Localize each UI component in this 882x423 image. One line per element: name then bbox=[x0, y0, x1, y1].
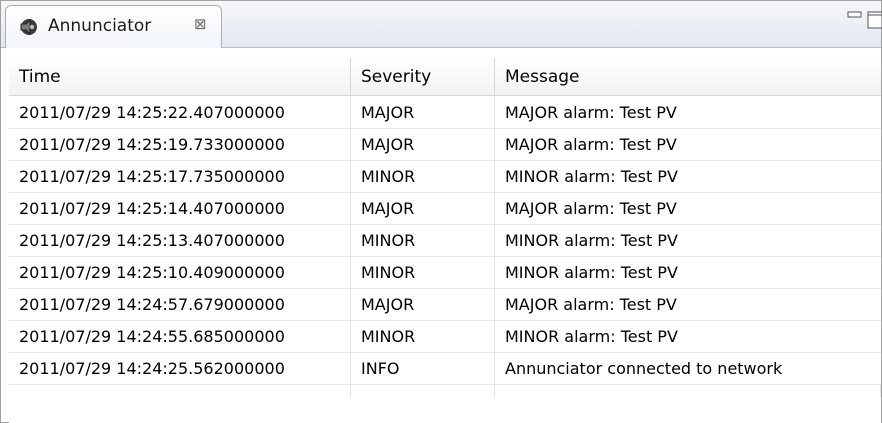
message-cell: MINOR alarm: Test PV bbox=[505, 231, 678, 250]
column-header-time[interactable]: Time bbox=[9, 58, 351, 96]
severity-cell: MAJOR bbox=[351, 129, 495, 161]
table-row[interactable]: 2011/07/29 14:24:57.679000000 MAJOR MAJO… bbox=[9, 289, 881, 321]
column-header-message[interactable]: Message bbox=[495, 58, 881, 96]
table-row[interactable]: 2011/07/29 14:24:25.562000000 INFO Annun… bbox=[9, 353, 881, 385]
severity-cell: MAJOR bbox=[351, 97, 495, 129]
annunciator-view: Annunciator ⊠ Time Severity Message 2011… bbox=[0, 0, 882, 423]
message-cell: MINOR alarm: Test PV bbox=[505, 263, 678, 282]
speaker-icon bbox=[20, 18, 37, 36]
time-cell: 2011/07/29 14:25:10.409000000 bbox=[9, 257, 351, 289]
tab-label: Annunciator bbox=[48, 16, 152, 36]
severity-cell: INFO bbox=[351, 353, 495, 385]
table-row[interactable]: 2011/07/29 14:25:10.409000000 MINOR MINO… bbox=[9, 257, 881, 289]
table-empty-row bbox=[9, 385, 881, 397]
message-cell: Annunciator connected to network bbox=[505, 359, 783, 378]
time-cell: 2011/07/29 14:25:14.407000000 bbox=[9, 193, 351, 225]
time-cell: 2011/07/29 14:24:25.562000000 bbox=[9, 353, 351, 385]
severity-cell: MAJOR bbox=[351, 289, 495, 321]
alarm-table: Time Severity Message 2011/07/29 14:25:2… bbox=[9, 51, 881, 423]
severity-cell: MAJOR bbox=[351, 193, 495, 225]
time-cell: 2011/07/29 14:24:55.685000000 bbox=[9, 321, 351, 353]
message-cell: MINOR alarm: Test PV bbox=[505, 167, 678, 186]
message-cell: MAJOR alarm: Test PV bbox=[505, 295, 677, 314]
severity-cell: MINOR bbox=[351, 225, 495, 257]
table-row[interactable]: 2011/07/29 14:25:13.407000000 MINOR MINO… bbox=[9, 225, 881, 257]
time-cell: 2011/07/29 14:25:17.735000000 bbox=[9, 161, 351, 193]
close-icon[interactable]: ⊠ bbox=[194, 15, 207, 33]
table-body: 2011/07/29 14:25:22.407000000 MAJOR MAJO… bbox=[9, 97, 881, 397]
table-header: Time Severity Message bbox=[9, 58, 881, 96]
empty-cell bbox=[351, 385, 495, 397]
column-header-severity[interactable]: Severity bbox=[351, 58, 495, 96]
table-row[interactable]: 2011/07/29 14:25:14.407000000 MAJOR MAJO… bbox=[9, 193, 881, 225]
time-cell: 2011/07/29 14:25:19.733000000 bbox=[9, 129, 351, 161]
severity-cell: MINOR bbox=[351, 161, 495, 193]
severity-cell: MINOR bbox=[351, 257, 495, 289]
time-cell: 2011/07/29 14:24:57.679000000 bbox=[9, 289, 351, 321]
severity-cell: MINOR bbox=[351, 321, 495, 353]
empty-cell bbox=[495, 385, 881, 397]
tab-strip: Annunciator ⊠ bbox=[1, 1, 882, 48]
tab-annunciator[interactable]: Annunciator ⊠ bbox=[5, 5, 222, 48]
message-cell: MAJOR alarm: Test PV bbox=[505, 103, 677, 122]
empty-cell bbox=[9, 385, 351, 397]
message-cell: MAJOR alarm: Test PV bbox=[505, 135, 677, 154]
message-cell: MINOR alarm: Test PV bbox=[505, 327, 678, 346]
time-cell: 2011/07/29 14:25:13.407000000 bbox=[9, 225, 351, 257]
minimize-icon[interactable] bbox=[847, 11, 863, 21]
time-cell: 2011/07/29 14:25:22.407000000 bbox=[9, 97, 351, 129]
table-row[interactable]: 2011/07/29 14:25:22.407000000 MAJOR MAJO… bbox=[9, 97, 881, 129]
table-row[interactable]: 2011/07/29 14:25:19.733000000 MAJOR MAJO… bbox=[9, 129, 881, 161]
table-row[interactable]: 2011/07/29 14:24:55.685000000 MINOR MINO… bbox=[9, 321, 881, 353]
maximize-icon[interactable] bbox=[867, 11, 882, 29]
message-cell: MAJOR alarm: Test PV bbox=[505, 199, 677, 218]
table-row[interactable]: 2011/07/29 14:25:17.735000000 MINOR MINO… bbox=[9, 161, 881, 193]
